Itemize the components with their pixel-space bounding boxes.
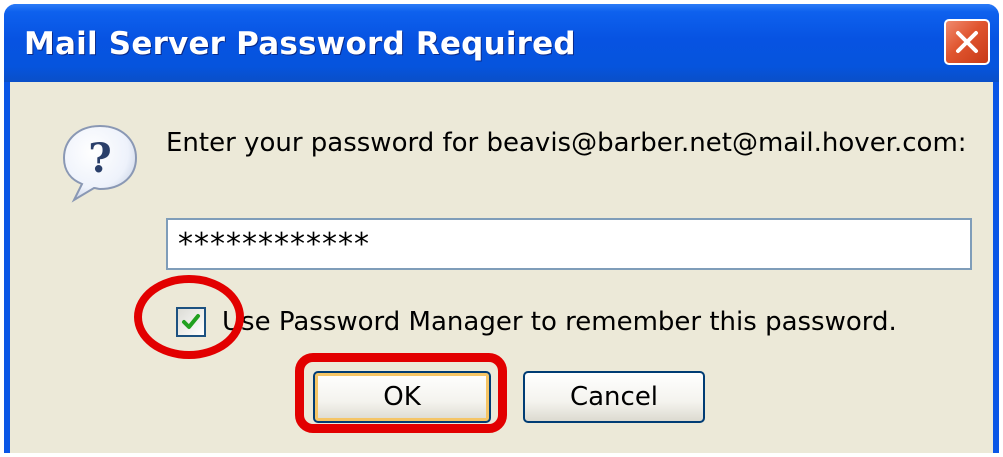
checkmark-icon — [182, 314, 200, 329]
ok-button[interactable]: OK — [313, 371, 491, 423]
close-icon — [956, 31, 978, 53]
remember-password-checkbox[interactable] — [176, 307, 206, 337]
svg-text:?: ? — [88, 135, 111, 182]
question-bubble-icon: ? — [62, 124, 138, 203]
password-prompt: Enter your password for beavis@barber.ne… — [166, 128, 967, 158]
dialog-window: Mail Server Password Required ? Enter yo… — [4, 4, 999, 453]
close-button[interactable] — [944, 19, 990, 65]
password-field[interactable] — [166, 218, 972, 270]
dialog-body: ? Enter your password for beavis@barber.… — [10, 82, 993, 453]
title-bar[interactable]: Mail Server Password Required — [4, 4, 999, 82]
cancel-button[interactable]: Cancel — [523, 371, 705, 423]
dialog-title: Mail Server Password Required — [24, 26, 576, 62]
remember-password-label[interactable]: Use Password Manager to remember this pa… — [222, 307, 897, 337]
